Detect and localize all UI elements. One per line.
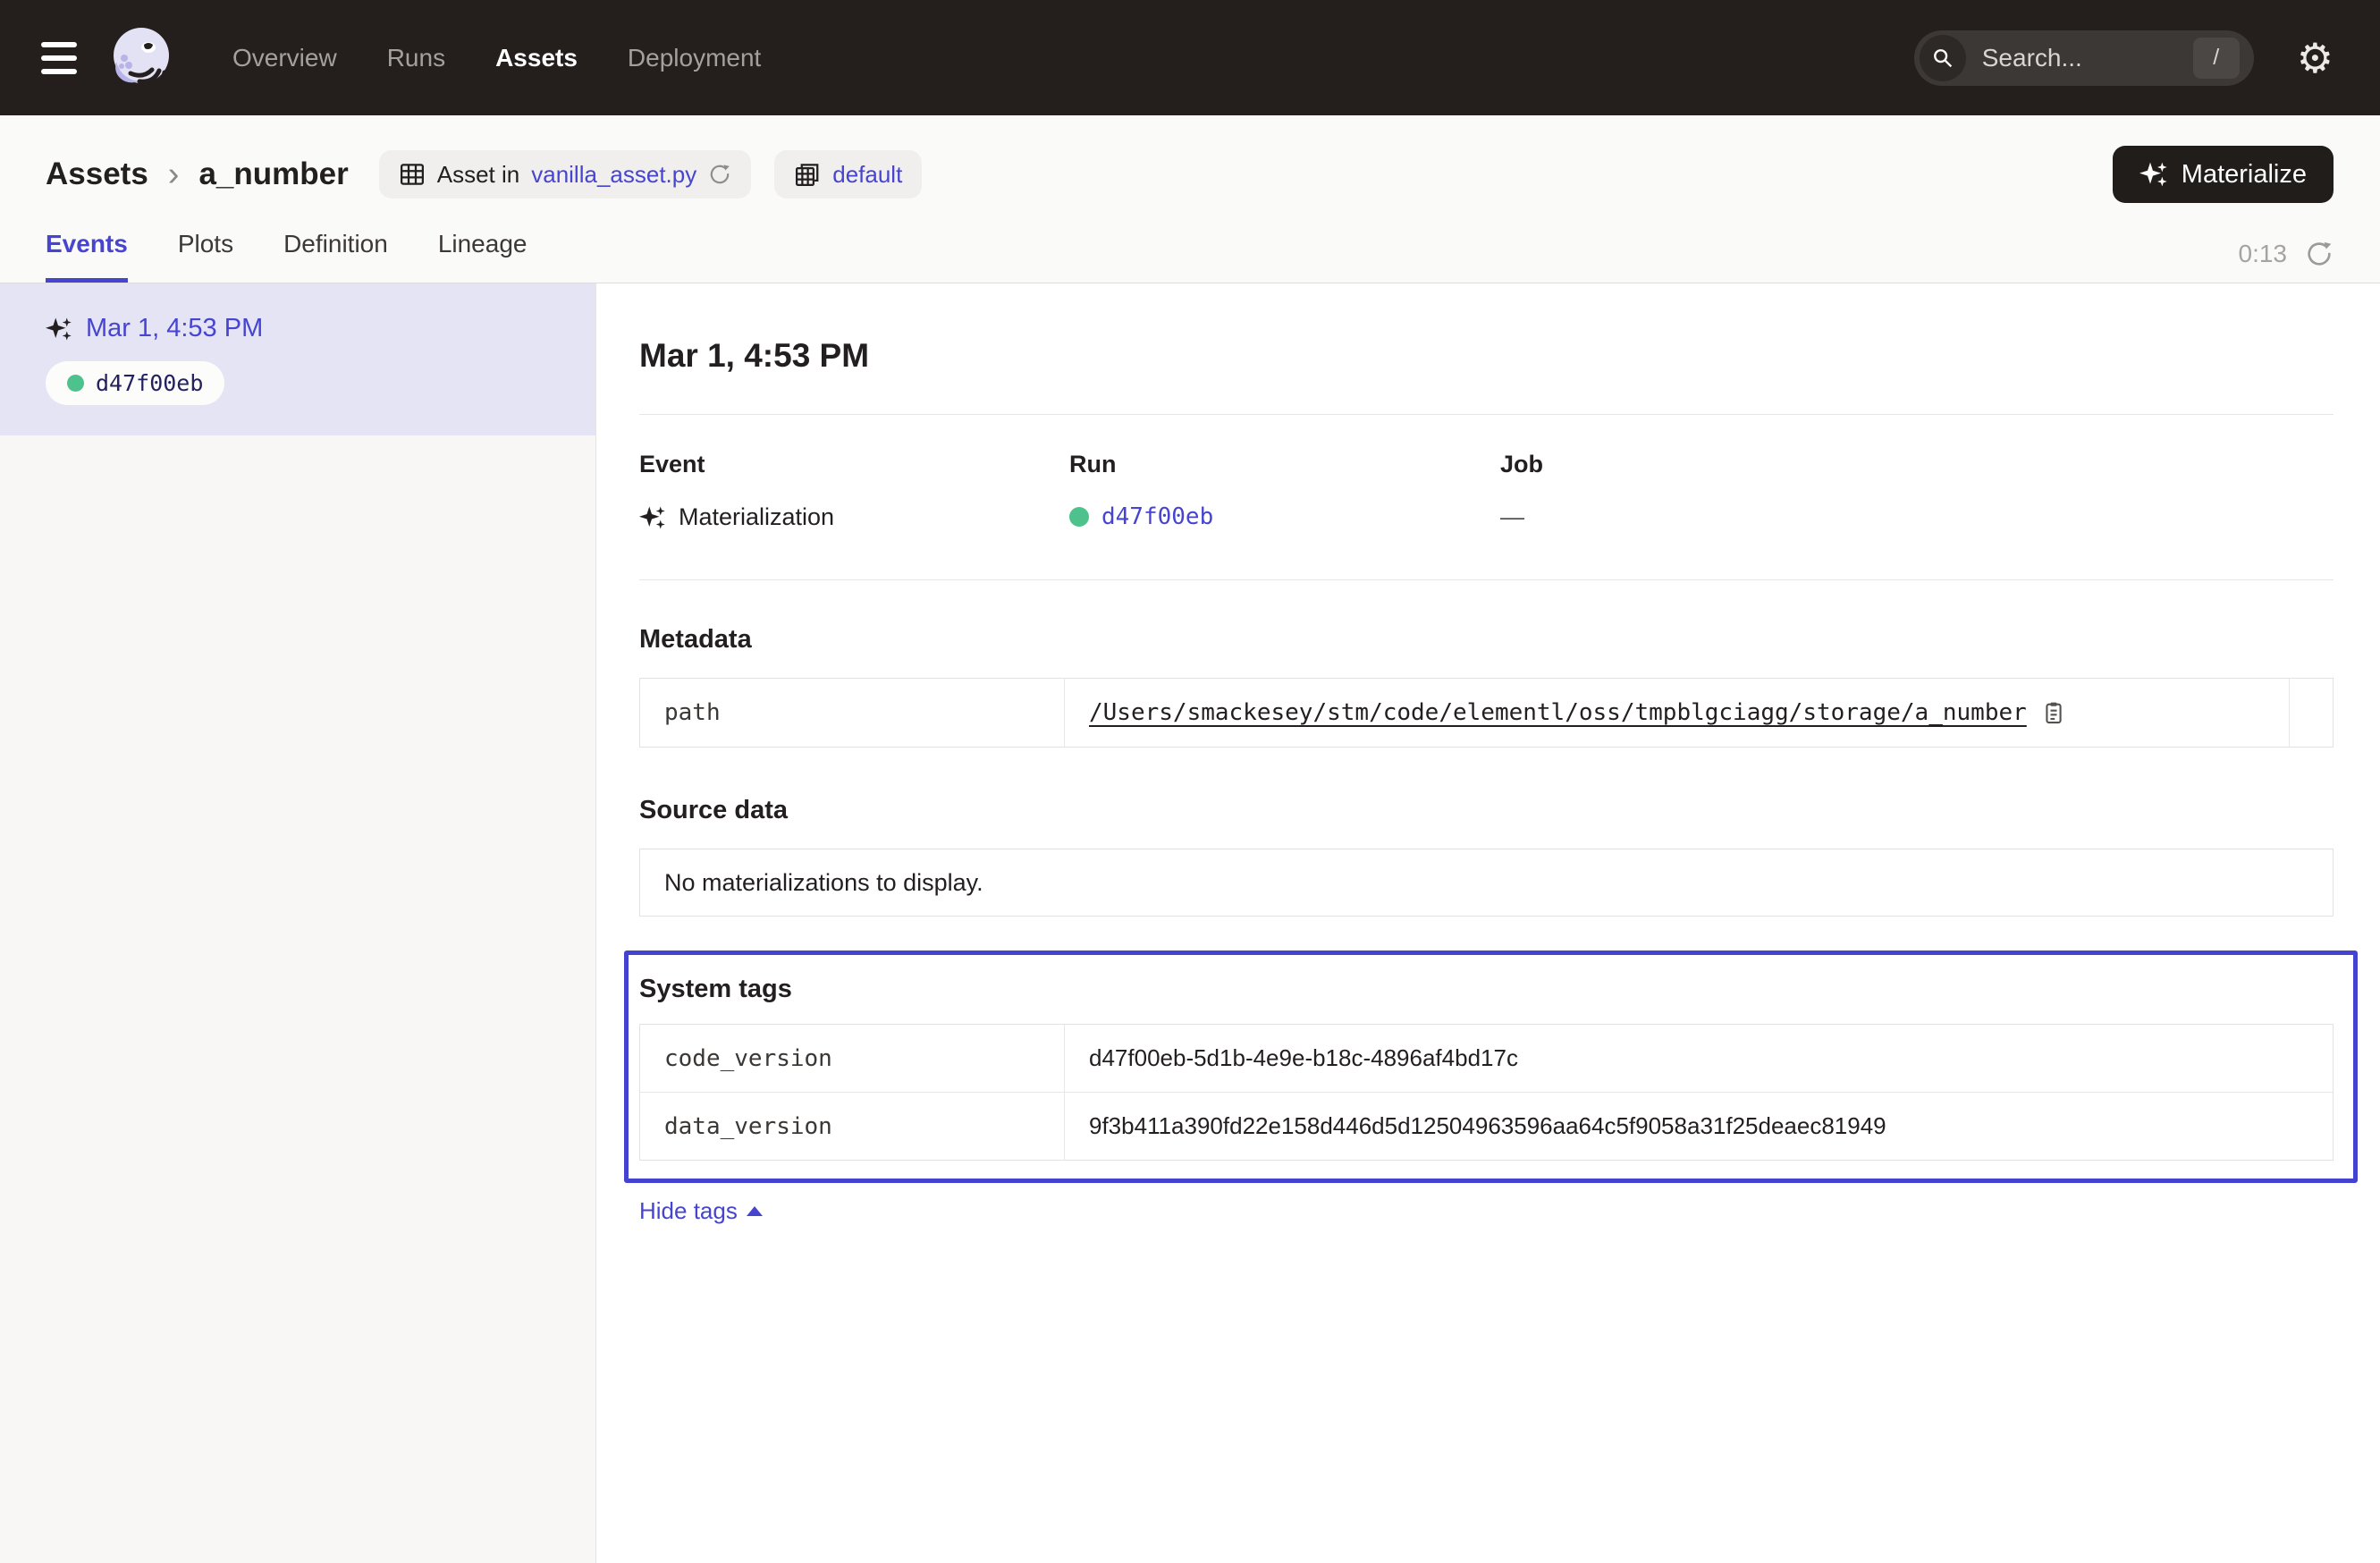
nav-item-deployment[interactable]: Deployment <box>628 44 761 72</box>
asset-file-link[interactable]: vanilla_asset.py <box>531 161 696 189</box>
materialize-button[interactable]: Materialize <box>2113 146 2334 203</box>
page-title: a_number <box>198 156 348 192</box>
table-row: path /Users/smackesey/stm/code/elementl/… <box>640 679 2333 747</box>
top-nav: Overview Runs Assets Deployment Search..… <box>0 0 2380 115</box>
tag-key-data-version: data_version <box>640 1093 1064 1160</box>
menu-icon[interactable] <box>41 42 77 74</box>
page-header: Assets › a_number Asset in vanilla_asset… <box>0 115 2380 283</box>
tab-lineage[interactable]: Lineage <box>438 230 527 283</box>
tab-events[interactable]: Events <box>46 230 128 283</box>
source-data-empty-message: No materializations to display. <box>664 869 983 897</box>
sparkle-icon <box>2139 160 2168 189</box>
job-empty-value: — <box>1500 503 1524 531</box>
group-badge[interactable]: default <box>774 150 922 199</box>
asset-badge-prefix: Asset in <box>437 161 520 189</box>
materialize-label: Materialize <box>2182 160 2307 190</box>
event-detail-heading: Mar 1, 4:53 PM <box>639 337 2334 375</box>
tag-key-code-version: code_version <box>640 1025 1064 1092</box>
tag-value-data-version: 9f3b411a390fd22e158d446d5d12504963596aa6… <box>1064 1093 2333 1160</box>
tag-value-code-version: d47f00eb-5d1b-4e9e-b18c-4896af4bd17c <box>1064 1025 2333 1092</box>
dagster-logo[interactable] <box>107 24 175 92</box>
tab-definition[interactable]: Definition <box>283 230 388 283</box>
run-column-label: Run <box>1069 451 1500 478</box>
event-detail-panel: Mar 1, 4:53 PM Event Materialization Run <box>596 283 2380 1563</box>
source-data-section-title: Source data <box>639 796 2334 825</box>
event-list-item[interactable]: Mar 1, 4:53 PM d47f00eb <box>0 283 595 435</box>
materialization-sparkle-icon <box>639 504 666 531</box>
breadcrumb-chevron-icon: › <box>168 156 180 194</box>
system-tags-section-title: System tags <box>639 975 2334 1004</box>
refresh-countdown: 0:13 <box>2239 240 2288 268</box>
copy-clipboard-icon[interactable] <box>2041 700 2066 725</box>
search-icon <box>1920 35 1966 81</box>
reload-icon[interactable] <box>708 163 731 186</box>
breadcrumb-assets[interactable]: Assets <box>46 156 148 192</box>
table-row: data_version 9f3b411a390fd22e158d446d5d1… <box>640 1092 2333 1160</box>
event-column: Event Materialization <box>639 451 1069 531</box>
run-id-link[interactable]: d47f00eb <box>1101 503 1213 530</box>
search-input[interactable]: Search... / <box>1914 30 2254 86</box>
metadata-key: path <box>640 679 1064 747</box>
source-data-empty-state: No materializations to display. <box>639 849 2334 917</box>
materialization-sparkle-icon <box>46 316 72 342</box>
job-column: Job — <box>1500 451 2334 531</box>
run-tag-id: d47f00eb <box>96 370 203 396</box>
run-column: Run d47f00eb <box>1069 451 1500 531</box>
tab-plots[interactable]: Plots <box>178 230 233 283</box>
table-row: code_version d47f00eb-5d1b-4e9e-b18c-489… <box>640 1025 2333 1092</box>
run-status-dot <box>67 375 84 392</box>
system-tags-table: code_version d47f00eb-5d1b-4e9e-b18c-489… <box>639 1024 2334 1161</box>
settings-gear-icon[interactable]: ⚙ <box>2297 38 2334 79</box>
event-type-value: Materialization <box>679 503 834 531</box>
grid-icon <box>399 161 426 188</box>
job-column-label: Job <box>1500 451 2334 478</box>
tab-bar: Events Plots Definition Lineage 0:13 <box>46 230 2334 283</box>
hide-tags-link[interactable]: Hide tags <box>639 1197 763 1225</box>
primary-nav: Overview Runs Assets Deployment <box>232 44 761 72</box>
run-tag[interactable]: d47f00eb <box>46 361 224 405</box>
nav-item-runs[interactable]: Runs <box>387 44 445 72</box>
search-placeholder: Search... <box>1982 44 2193 72</box>
metadata-table: path /Users/smackesey/stm/code/elementl/… <box>639 678 2334 748</box>
metadata-path-link[interactable]: /Users/smackesey/stm/code/elementl/oss/t… <box>1089 699 2027 726</box>
metadata-section-title: Metadata <box>639 625 2334 655</box>
nav-item-assets[interactable]: Assets <box>495 44 578 72</box>
search-shortcut-key: / <box>2193 38 2240 79</box>
group-badge-label[interactable]: default <box>832 161 902 189</box>
run-status-dot <box>1069 507 1089 527</box>
event-timestamp: Mar 1, 4:53 PM <box>86 314 263 343</box>
refresh-icon[interactable] <box>2305 240 2334 268</box>
asset-group-icon <box>794 161 821 188</box>
nav-item-overview[interactable]: Overview <box>232 44 337 72</box>
event-column-label: Event <box>639 451 1069 478</box>
events-sidebar: Mar 1, 4:53 PM d47f00eb <box>0 283 596 1563</box>
metadata-action-cell <box>2289 679 2333 747</box>
asset-definition-badge[interactable]: Asset in vanilla_asset.py <box>379 150 752 199</box>
system-tags-highlight-box: System tags code_version d47f00eb-5d1b-4… <box>624 950 2358 1183</box>
hide-tags-label: Hide tags <box>639 1197 738 1225</box>
collapse-caret-icon <box>747 1206 763 1216</box>
